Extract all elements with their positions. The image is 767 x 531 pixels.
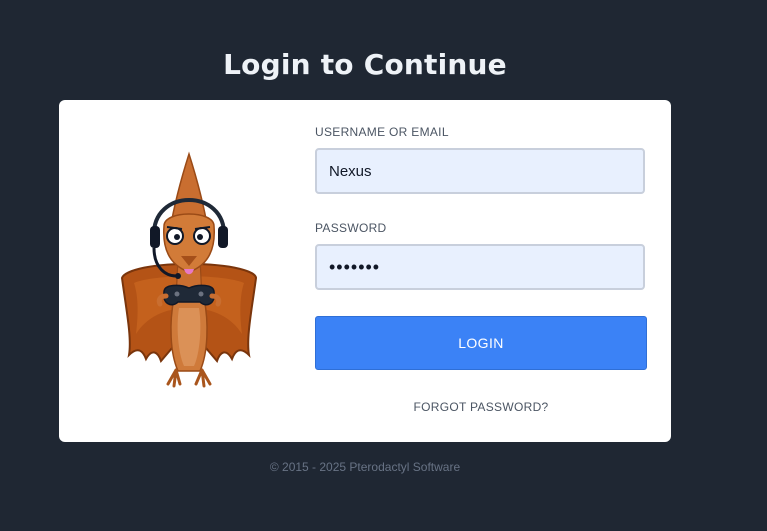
page-title: Login to Continue [223,48,507,81]
footer-copyright: © 2015 - 2025 Pterodactyl Software [269,460,461,474]
forgot-password-link[interactable]: FORGOT PASSWORD? [315,400,647,414]
login-button[interactable]: LOGIN [315,316,647,370]
username-label: USERNAME OR EMAIL [315,125,449,139]
login-card: USERNAME OR EMAIL PASSWORD LOGIN FORGOT … [59,100,671,442]
password-input[interactable] [315,244,645,290]
pterodactyl-mascot-icon [120,151,258,388]
login-page: Login to Continue USERNAME OR EMAIL Nexu… [0,0,767,531]
password-label: PASSWORD [315,221,387,235]
username-input[interactable] [315,148,645,194]
